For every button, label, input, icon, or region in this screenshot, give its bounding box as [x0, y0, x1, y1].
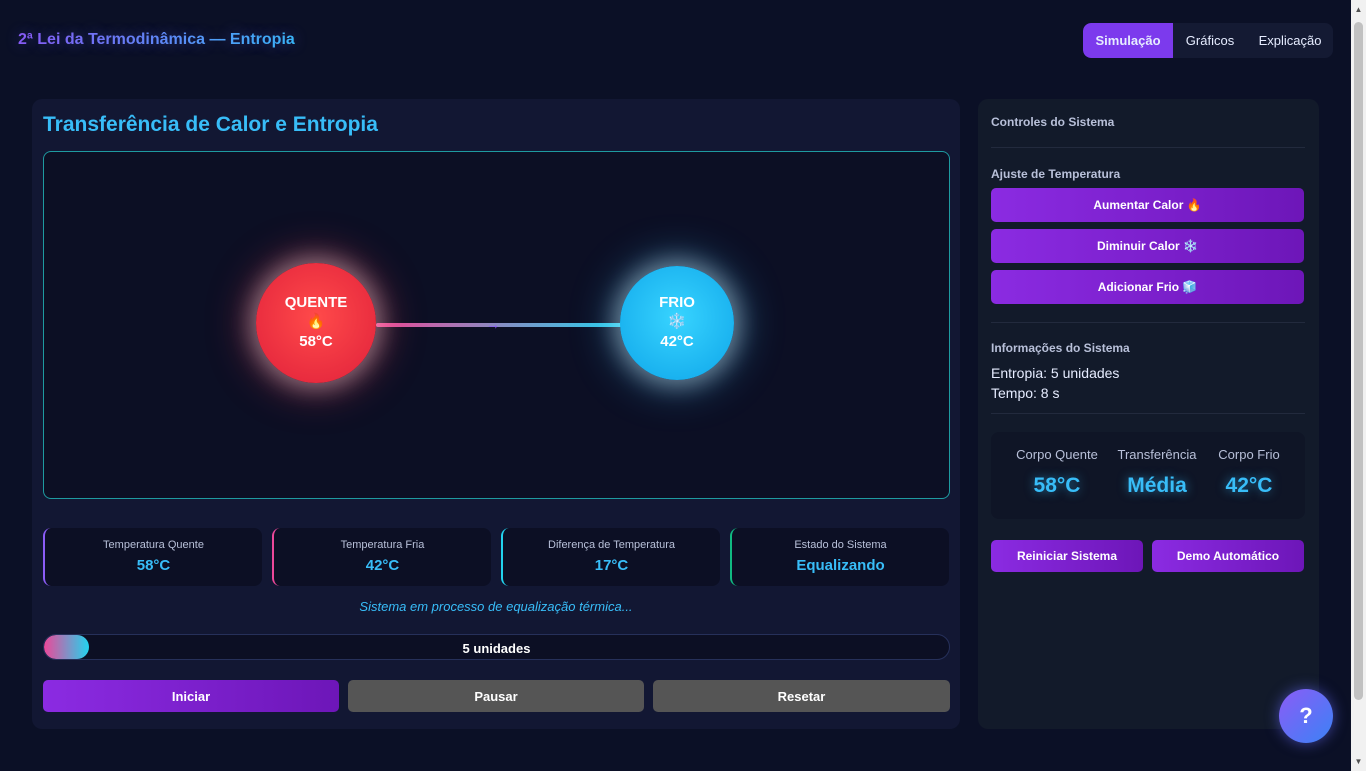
- summary-transfer: Transferência Média: [1115, 447, 1199, 498]
- stat-value: Equalizando: [796, 557, 885, 574]
- heat-flow-arrow-icon: →: [486, 316, 500, 332]
- app-title: 2ª Lei da Termodinâmica — Entropia: [18, 31, 295, 48]
- cold-body[interactable]: FRIO ❄️ 42°C: [620, 266, 734, 380]
- controls-title: Controles do Sistema: [991, 115, 1115, 129]
- scroll-down-icon[interactable]: ▼: [1351, 754, 1366, 769]
- entropy-progress-bar: 5 unidades: [43, 634, 950, 660]
- tab-graficos[interactable]: Gráficos: [1173, 23, 1247, 58]
- hot-body[interactable]: QUENTE 🔥 58°C: [256, 263, 376, 383]
- reset-button[interactable]: Resetar: [653, 680, 950, 712]
- cold-body-temp: 42°C: [660, 333, 694, 350]
- stat-value: 17°C: [594, 557, 629, 574]
- stat-card-cold-temp: Temperatura Fria 42°C: [272, 528, 491, 586]
- temperature-adjust-title: Ajuste de Temperatura: [991, 167, 1121, 181]
- stat-label: Temperatura Quente: [103, 539, 204, 551]
- summary-cold-body: Corpo Frio 42°C: [1209, 447, 1289, 498]
- tab-bar: Simulação Gráficos Explicação: [1083, 23, 1333, 58]
- summary-value: 58°C: [1033, 474, 1081, 497]
- auto-demo-button[interactable]: Demo Automático: [1152, 540, 1304, 572]
- start-button[interactable]: Iniciar: [43, 680, 339, 712]
- controls-panel: Controles do Sistema Ajuste de Temperatu…: [978, 99, 1319, 729]
- divider: [991, 147, 1305, 148]
- stat-label: Temperatura Fria: [340, 539, 425, 551]
- summary-value: Média: [1127, 474, 1187, 497]
- fire-icon: 🔥: [306, 313, 326, 330]
- simulation-area: → QUENTE 🔥 58°C FRIO ❄️ 42°C: [43, 151, 950, 499]
- summary-label: Transferência: [1117, 447, 1197, 462]
- summary-value: 42°C: [1225, 474, 1273, 497]
- restart-system-button[interactable]: Reiniciar Sistema: [991, 540, 1143, 572]
- tab-simulacao[interactable]: Simulação: [1083, 23, 1173, 58]
- panel-title: Transferência de Calor e Entropia: [43, 113, 378, 136]
- hot-body-label: QUENTE: [284, 294, 348, 311]
- simulation-panel: Transferência de Calor e Entropia → QUEN…: [32, 99, 960, 729]
- summary-box: Corpo Quente 58°C Transferência Média Co…: [991, 432, 1305, 519]
- page-scrollbar[interactable]: ▲ ▼: [1351, 0, 1366, 771]
- increase-heat-button[interactable]: Aumentar Calor 🔥: [991, 188, 1304, 222]
- stat-value: 58°C: [136, 557, 171, 574]
- system-info-title: Informações do Sistema: [991, 341, 1130, 355]
- summary-label: Corpo Frio: [1218, 447, 1280, 462]
- pause-button[interactable]: Pausar: [348, 680, 644, 712]
- stat-label: Diferença de Temperatura: [548, 539, 675, 551]
- stat-value: 42°C: [365, 557, 400, 574]
- scroll-thumb[interactable]: [1354, 22, 1363, 700]
- divider: [991, 322, 1305, 323]
- cold-body-label: FRIO: [659, 294, 695, 311]
- stat-card-system-state: Estado do Sistema Equalizando: [730, 528, 949, 586]
- stat-card-hot-temp: Temperatura Quente 58°C: [43, 528, 262, 586]
- entropy-progress-label: 5 unidades: [462, 641, 531, 656]
- summary-label: Corpo Quente: [1016, 447, 1098, 462]
- decrease-heat-button[interactable]: Diminuir Calor ❄️: [991, 229, 1304, 263]
- stat-label: Estado do Sistema: [794, 539, 887, 551]
- snowflake-icon: ❄️: [667, 313, 687, 330]
- hot-body-temp: 58°C: [299, 333, 333, 350]
- time-info: Tempo: 8 s: [991, 385, 1060, 401]
- add-cold-button[interactable]: Adicionar Frio 🧊: [991, 270, 1304, 304]
- tab-explicacao[interactable]: Explicação: [1247, 23, 1333, 58]
- help-button[interactable]: ?: [1279, 689, 1333, 743]
- heat-connector: [376, 323, 626, 327]
- scroll-up-icon[interactable]: ▲: [1351, 2, 1366, 17]
- summary-hot-body: Corpo Quente 58°C: [1015, 447, 1099, 498]
- entropy-info: Entropia: 5 unidades: [991, 365, 1120, 381]
- stat-card-temp-difference: Diferença de Temperatura 17°C: [501, 528, 720, 586]
- divider: [991, 413, 1305, 414]
- system-status-text: Sistema em processo de equalização térmi…: [359, 599, 633, 614]
